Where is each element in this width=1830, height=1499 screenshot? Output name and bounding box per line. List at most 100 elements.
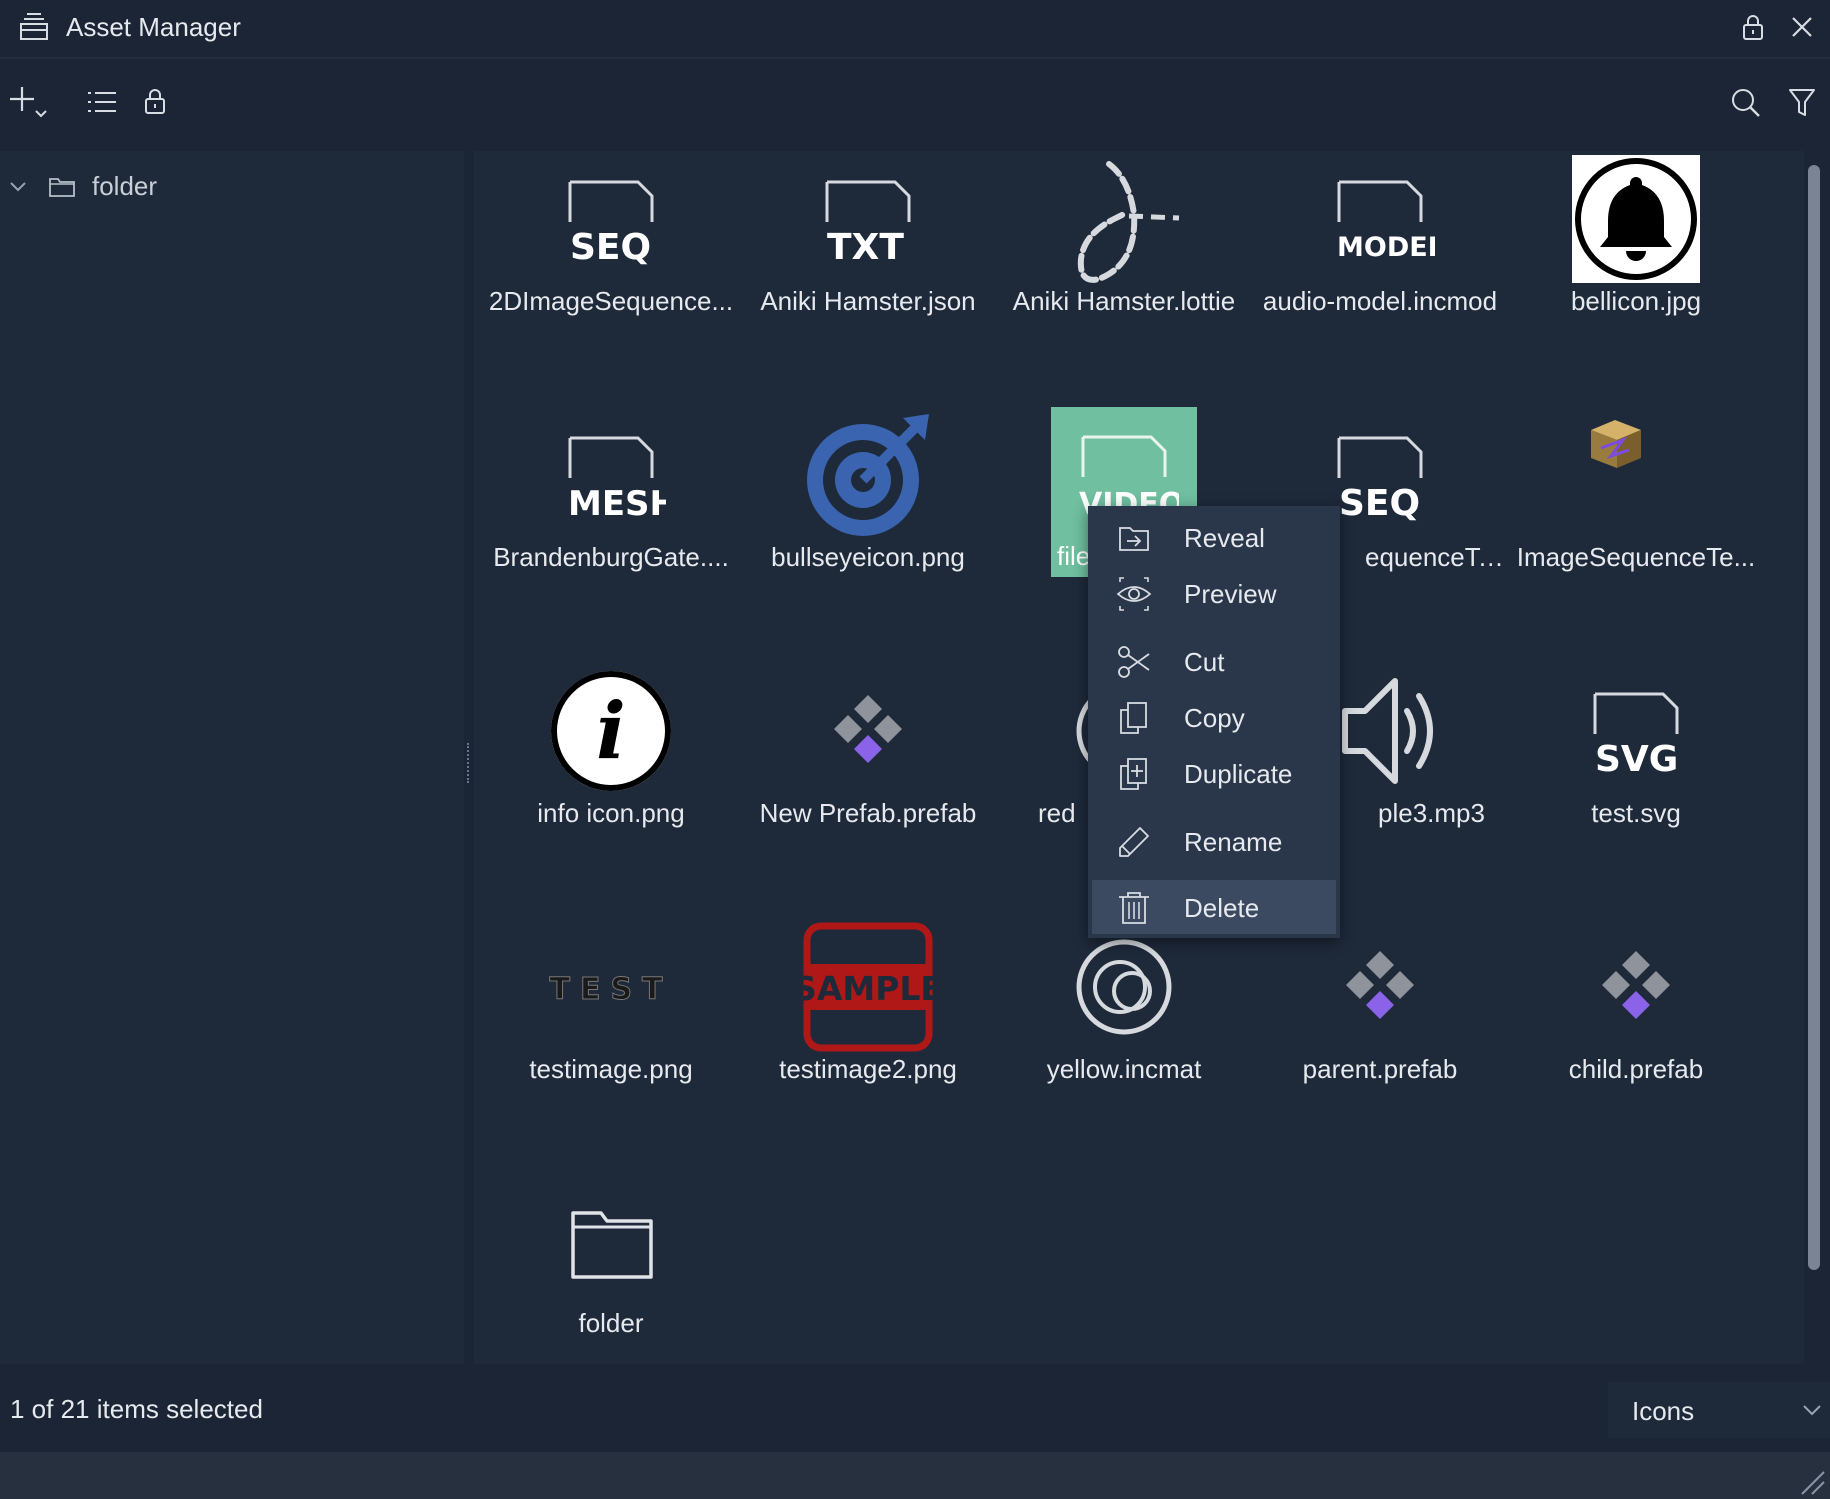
- menu-item-preview[interactable]: Preview: [1092, 566, 1336, 620]
- asset-item[interactable]: MESH BrandenburgGate....: [483, 407, 739, 607]
- selection-count: 1 of 21 items selected: [10, 1394, 263, 1424]
- list-view-icon[interactable]: [84, 87, 124, 127]
- menu-item-label: Rename: [1184, 827, 1283, 857]
- asset-item[interactable]: TXT Aniki Hamster.json: [740, 151, 996, 351]
- menu-item-cut[interactable]: Cut: [1092, 634, 1336, 688]
- menu-item-copy[interactable]: Copy: [1092, 690, 1336, 744]
- asset-label: 2DImageSequence...: [488, 286, 734, 316]
- asset-label: child.prefab: [1568, 1054, 1704, 1084]
- svg-text:i: i: [596, 686, 626, 777]
- panel-splitter[interactable]: [464, 151, 474, 1364]
- add-icon[interactable]: [8, 85, 52, 129]
- vertical-scrollbar[interactable]: [1808, 165, 1820, 1270]
- folder-icon: [49, 178, 75, 197]
- sample-stamp-image-icon: SAMPLE: [803, 922, 933, 1051]
- asset-thumbnail: TXT: [798, 151, 938, 286]
- prefab-icon: [1346, 950, 1414, 1019]
- asset-label: test.svg: [1591, 798, 1681, 828]
- asset-item[interactable]: folder: [483, 1173, 739, 1373]
- asset-thumbnail: [541, 1173, 681, 1308]
- asset-thumbnail: MODEL: [1310, 151, 1450, 286]
- menu-item-duplicate[interactable]: Duplicate: [1092, 746, 1336, 800]
- mesh-file-icon: MESH: [568, 436, 666, 524]
- bell-image-icon: [1572, 154, 1700, 283]
- filter-icon[interactable]: [1786, 87, 1826, 127]
- svg-text:TXT: TXT: [827, 227, 904, 268]
- window-title: Asset Manager: [66, 12, 241, 42]
- search-icon[interactable]: [1728, 87, 1768, 127]
- asset-thumbnail: [1566, 151, 1706, 286]
- asset-item[interactable]: bellicon.jpg: [1508, 151, 1764, 351]
- view-mode-select[interactable]: Icons: [1608, 1382, 1830, 1438]
- asset-item[interactable]: SVG test.svg: [1508, 663, 1764, 863]
- asset-thumbnail: i: [541, 663, 681, 798]
- menu-item-rename[interactable]: Rename: [1092, 814, 1336, 868]
- info-image-icon: i: [551, 670, 671, 791]
- menu-item-label: Duplicate: [1184, 759, 1293, 789]
- asset-label: folder: [578, 1308, 644, 1338]
- asset-item[interactable]: yellow.incmat: [996, 919, 1252, 1119]
- seq-file-icon: SEQ: [568, 180, 654, 268]
- asset-thumbnail: SAMPLE: [798, 919, 938, 1054]
- asset-label: New Prefab.prefab: [759, 798, 977, 828]
- asset-item[interactable]: Aniki Hamster.lottie: [996, 151, 1252, 351]
- svg-text:SAMPLE: SAMPLE: [803, 969, 933, 1008]
- context-menu: Reveal Preview Cut Copy Duplicate Rename…: [1088, 506, 1340, 938]
- asset-item[interactable]: bullseyeicon.png: [740, 407, 996, 607]
- asset-grid: SEQ 2DImageSequence... TXT Aniki Hamster…: [474, 151, 1804, 1364]
- svg-text:SVG: SVG: [1595, 739, 1678, 780]
- asset-item[interactable]: parent.prefab: [1252, 919, 1508, 1119]
- svg-text:SEQ: SEQ: [570, 227, 651, 268]
- chevron-down-icon[interactable]: [8, 177, 28, 197]
- splitter-grip[interactable]: [467, 743, 473, 783]
- menu-item-label: Delete: [1184, 893, 1260, 923]
- asset-label: info icon.png: [537, 798, 685, 828]
- menu-item-label: Preview: [1184, 579, 1277, 609]
- prefab-icon: [834, 694, 902, 763]
- asset-item[interactable]: SAMPLE testimage2.png: [740, 919, 996, 1119]
- asset-label: bullseyeicon.png: [771, 542, 965, 572]
- asset-item[interactable]: New Prefab.prefab: [740, 663, 996, 863]
- asset-manager-icon: [20, 13, 48, 40]
- menu-item-label: Reveal: [1184, 523, 1265, 553]
- tree-item-folder[interactable]: folder: [0, 167, 464, 207]
- asset-item[interactable]: ImageSequenceTe...: [1508, 407, 1764, 607]
- menu-item-reveal[interactable]: Reveal: [1092, 510, 1336, 564]
- asset-label: yellow.incmat: [1046, 1054, 1202, 1084]
- asset-label: testimage.png: [529, 1054, 693, 1084]
- prefab-icon: [1602, 950, 1670, 1019]
- asset-item[interactable]: child.prefab: [1508, 919, 1764, 1119]
- duplicate-icon: [1120, 758, 1147, 790]
- svg-text:MESH: MESH: [568, 484, 666, 524]
- cube-image-icon: [1591, 419, 1641, 468]
- material-icon: [1076, 939, 1172, 1034]
- asset-label: testimage2.png: [779, 1054, 957, 1084]
- asset-thumbnail: [798, 407, 938, 542]
- menu-item-delete[interactable]: Delete: [1092, 880, 1336, 934]
- bottom-bar: [0, 1452, 1830, 1499]
- asset-thumbnail: [1310, 919, 1450, 1054]
- asset-item[interactable]: i info icon.png: [483, 663, 739, 863]
- svg-file-icon: SVG: [1593, 692, 1679, 780]
- asset-item[interactable]: SEQ 2DImageSequence...: [483, 151, 739, 351]
- lock-icon[interactable]: [140, 87, 180, 127]
- asset-item[interactable]: TEST testimage.png: [483, 919, 739, 1119]
- asset-item[interactable]: MODEL audio-model.incmod: [1252, 151, 1508, 351]
- txt-file-icon: TXT: [825, 180, 911, 268]
- lock-window-icon[interactable]: [1738, 12, 1768, 42]
- menu-item-label: Cut: [1184, 647, 1225, 677]
- asset-thumbnail: [1054, 919, 1194, 1054]
- asset-thumbnail: TEST: [541, 919, 681, 1054]
- resize-grip-icon[interactable]: [1796, 1466, 1826, 1496]
- asset-thumbnail: [1054, 151, 1194, 286]
- toolbar: [0, 59, 1830, 149]
- reveal-icon: [1119, 527, 1149, 551]
- close-icon[interactable]: [1785, 10, 1819, 44]
- asset-label: file: [1057, 541, 1091, 571]
- scissors-icon: [1118, 646, 1150, 678]
- seq-file-icon: SEQ: [1337, 436, 1423, 524]
- view-mode-value: Icons: [1632, 1396, 1695, 1426]
- asset-thumbnail: SVG: [1566, 663, 1706, 798]
- asset-label: bellicon.jpg: [1570, 286, 1702, 316]
- trash-icon: [1119, 892, 1149, 924]
